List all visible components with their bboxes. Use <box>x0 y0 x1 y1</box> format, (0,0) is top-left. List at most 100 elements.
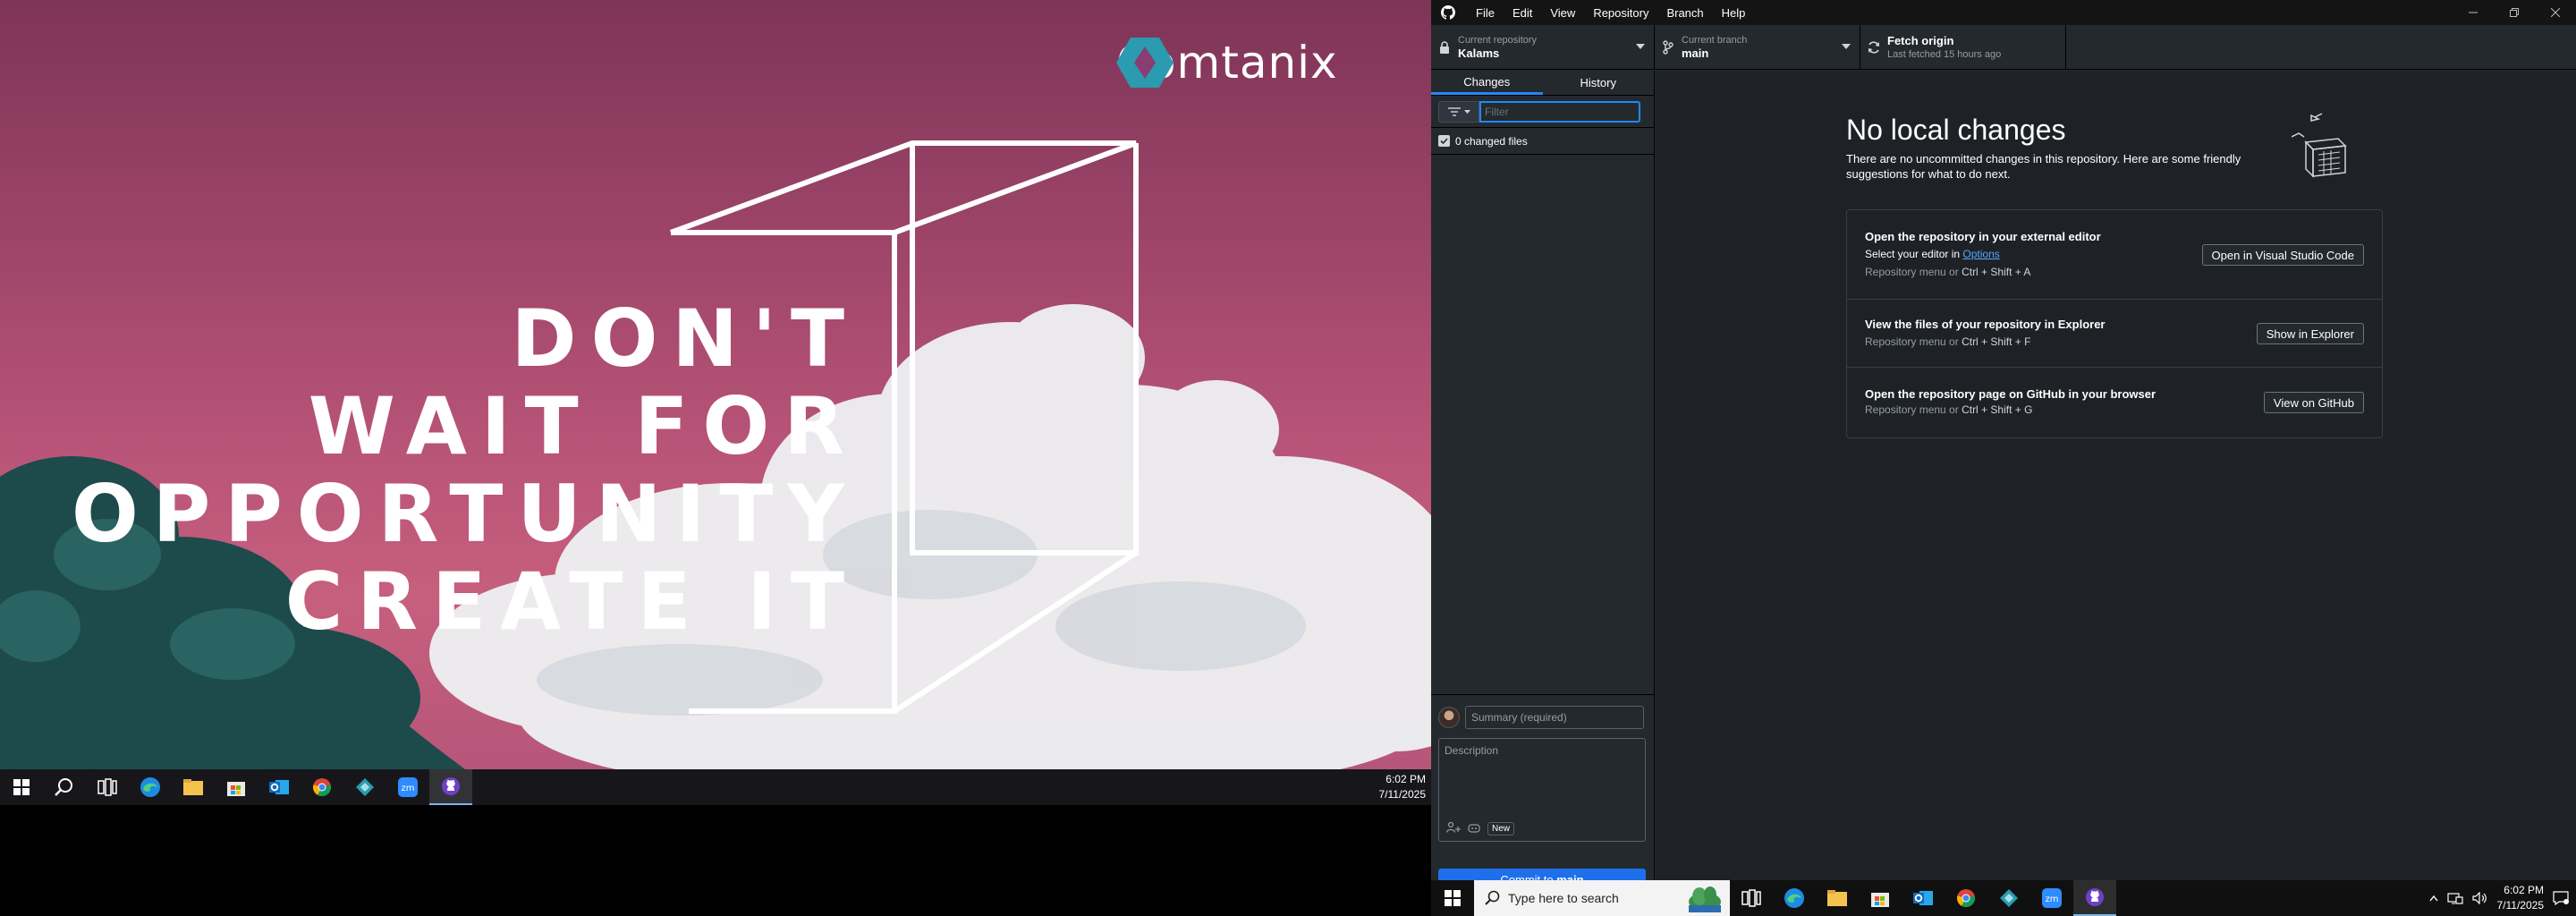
taskbar-file-explorer-button[interactable] <box>172 769 215 805</box>
restore-button[interactable] <box>2494 0 2535 25</box>
github-desktop-window: File Edit View Repository Branch Help Cu… <box>1431 0 2576 916</box>
search-placeholder: Type here to search <box>1508 891 1619 905</box>
edge-icon <box>1784 888 1804 908</box>
file-explorer-icon <box>1827 890 1847 906</box>
taskbar-outlook-button[interactable] <box>1902 880 1945 916</box>
file-explorer-icon <box>183 779 203 795</box>
wallpaper: Comtanix DON'T WAIT FOR OPPORTUNITY CREA… <box>0 0 1431 769</box>
taskbar-outlook-button[interactable] <box>258 769 301 805</box>
taskbar-edge-button[interactable] <box>1773 880 1816 916</box>
windows-start-icon <box>1445 890 1461 906</box>
desktop: Comtanix DON'T WAIT FOR OPPORTUNITY CREA… <box>0 0 2576 916</box>
menu-file[interactable]: File <box>1467 0 1504 25</box>
description-input[interactable] <box>1439 739 1643 810</box>
store-icon <box>1871 893 1889 907</box>
card-shortcut: Repository menu or Ctrl + Shift + F <box>1865 335 2030 348</box>
card-title: Open the repository page on GitHub in yo… <box>1865 387 2157 401</box>
github-desktop-icon <box>442 777 460 795</box>
shortcut-keys: Ctrl + Shift + A <box>1962 266 2031 278</box>
restore-icon <box>2510 8 2519 17</box>
main-panel: No local changes There are no uncommitte… <box>1656 71 2576 916</box>
tab-changes[interactable]: Changes <box>1431 71 1543 95</box>
taskbar-zoom-button[interactable]: zm <box>386 769 429 805</box>
taskbar-chrome-button[interactable] <box>1945 880 1987 916</box>
filter-input[interactable] <box>1479 100 1640 123</box>
branch-icon <box>1655 40 1682 55</box>
left-clock-date: 7/11/2025 <box>1378 788 1427 801</box>
quote-line: WAIT FOR <box>308 380 859 472</box>
menu-help[interactable]: Help <box>1713 0 1755 25</box>
chevron-up-icon[interactable] <box>2428 895 2438 902</box>
title-bar: File Edit View Repository Branch Help <box>1431 0 2576 25</box>
start-button[interactable] <box>0 769 43 805</box>
open-in-vscode-button[interactable]: Open in Visual Studio Code <box>2201 244 2364 266</box>
card-title: View the files of your repository in Exp… <box>1865 318 2106 331</box>
add-coauthor-icon <box>1445 821 1461 833</box>
left-clock-time: 6:02 PM <box>1385 773 1426 785</box>
shortcut-keys: Ctrl + Shift + G <box>1962 403 2033 416</box>
menu-edit[interactable]: Edit <box>1504 0 1541 25</box>
notifications-icon[interactable] <box>2553 891 2569 905</box>
taskbar-search-button[interactable] <box>43 769 86 805</box>
tab-history[interactable]: History <box>1543 71 1655 95</box>
checkmark-icon <box>1440 138 1448 144</box>
suggestion-card-editor: Open the repository in your external edi… <box>1847 210 2382 300</box>
copilot-button[interactable] <box>1468 822 1480 835</box>
branch-name: main <box>1682 47 1709 60</box>
volume-icon[interactable] <box>2471 892 2488 904</box>
filter-icon <box>1447 106 1461 116</box>
taskbar-store-button[interactable] <box>1859 880 1902 916</box>
taskbar-zoom-button[interactable]: zm <box>2030 880 2073 916</box>
add-coauthor-button[interactable] <box>1445 821 1461 835</box>
empty-state-illustration-icon <box>2292 113 2347 178</box>
taskbar-chrome-button[interactable] <box>301 769 343 805</box>
search-highlight-icon <box>1689 886 1721 912</box>
svg-text:zm: zm <box>402 784 415 793</box>
wallpaper-quote: DON'T WAIT FOR OPPORTUNITY CREATE IT <box>72 295 859 646</box>
copilot-icon <box>1468 824 1480 833</box>
view-on-github-button[interactable]: View on GitHub <box>2263 392 2364 413</box>
taskbar-github-desktop-button[interactable] <box>429 769 472 805</box>
select-all-checkbox[interactable] <box>1438 135 1450 147</box>
network-icon[interactable] <box>2446 892 2463 904</box>
menu-repository[interactable]: Repository <box>1584 0 1657 25</box>
page-title: No local changes <box>1846 114 2066 146</box>
lock-icon <box>1431 41 1458 54</box>
repo-name: Kalams <box>1458 47 1500 60</box>
task-view-button[interactable] <box>1730 880 1773 916</box>
taskbar-edge-button[interactable] <box>129 769 172 805</box>
taskbar-vscode-button[interactable] <box>343 769 386 805</box>
changed-files-count: 0 changed files <box>1455 134 1528 148</box>
current-branch-dropdown[interactable]: Current branch main <box>1655 25 1860 70</box>
current-repository-dropdown[interactable]: Current repository Kalams <box>1431 25 1655 70</box>
minimize-button[interactable] <box>2453 0 2494 25</box>
windows-start-icon <box>13 779 30 795</box>
taskbar-file-explorer-button[interactable] <box>1816 880 1859 916</box>
show-in-explorer-button[interactable]: Show in Explorer <box>2256 323 2364 344</box>
start-button[interactable] <box>1431 880 1474 916</box>
taskbar-search-box[interactable]: Type here to search <box>1474 880 1730 916</box>
outlook-icon <box>269 780 289 794</box>
suggestion-cards: Open the repository in your external edi… <box>1846 209 2383 438</box>
taskbar-vscode-button[interactable] <box>1987 880 2030 916</box>
sidebar-tabs: Changes History <box>1431 71 1654 96</box>
new-badge: New <box>1487 822 1515 835</box>
summary-input[interactable] <box>1465 706 1644 729</box>
menu-branch[interactable]: Branch <box>1657 0 1712 25</box>
taskbar-github-desktop-button[interactable] <box>2073 880 2116 916</box>
taskbar-store-button[interactable] <box>215 769 258 805</box>
sync-icon <box>1860 40 1887 55</box>
close-button[interactable] <box>2535 0 2576 25</box>
task-view-button[interactable] <box>86 769 129 805</box>
options-link[interactable]: Options <box>1962 248 1999 260</box>
fetch-origin-button[interactable]: Fetch origin Last fetched 15 hours ago <box>1860 25 2066 70</box>
store-icon <box>227 782 245 796</box>
filter-options-button[interactable] <box>1438 100 1479 123</box>
right-taskbar-clock[interactable]: 6:02 PM 7/11/2025 <box>2497 883 2545 913</box>
shortcut-keys: Ctrl + Shift + F <box>1962 335 2031 348</box>
card-subtitle-text: Select your editor in <box>1865 248 1961 260</box>
menu-view[interactable]: View <box>1541 0 1584 25</box>
comtanix-logo-icon <box>1116 38 1174 88</box>
right-clock-time: 6:02 PM <box>2504 884 2544 896</box>
left-taskbar-clock[interactable]: 6:02 PM 7/11/2025 <box>1379 772 1427 802</box>
